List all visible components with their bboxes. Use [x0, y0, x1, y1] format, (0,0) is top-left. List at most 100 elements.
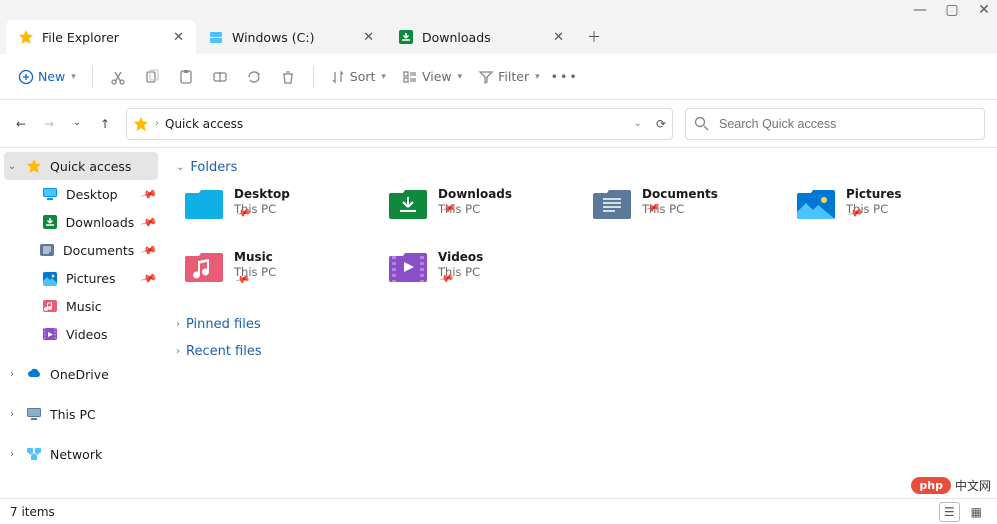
sidebar: ⌄ Quick access Desktop 📌 Downloads 📌 Doc… [0, 148, 162, 498]
pin-icon: 📌 [140, 269, 158, 287]
breadcrumb-location[interactable]: Quick access [165, 117, 243, 131]
network-icon [26, 446, 42, 462]
sidebar-item-onedrive[interactable]: › OneDrive [0, 360, 162, 388]
folder-desktop[interactable]: Desktop This PC 📌 [184, 187, 384, 230]
forward-button[interactable]: → [40, 117, 58, 131]
star-icon [133, 116, 149, 132]
breadcrumb[interactable]: › Quick access ⌄ ⟳ [126, 108, 673, 140]
folder-documents[interactable]: Documents This PC 📌 [592, 187, 792, 230]
download-icon [398, 29, 414, 45]
sidebar-item-label: Pictures [66, 271, 134, 286]
close-tab-button[interactable]: ✕ [553, 30, 564, 45]
sidebar-item-network[interactable]: › Network [0, 440, 162, 468]
sidebar-item-music[interactable]: Music [0, 292, 162, 320]
section-pinned[interactable]: › Pinned files [174, 311, 985, 338]
new-button[interactable]: New ▾ [12, 65, 82, 89]
minimize-button[interactable]: — [913, 2, 927, 18]
onedrive-icon [26, 366, 42, 382]
tab-file-explorer[interactable]: File Explorer ✕ [6, 20, 196, 54]
view-toggle: ☰ ▦ [939, 502, 987, 522]
share-button[interactable] [239, 65, 269, 89]
separator [92, 66, 93, 88]
thispc-icon [26, 406, 42, 422]
new-tab-button[interactable]: ＋ [576, 20, 612, 54]
folder-name: Pictures [846, 187, 902, 201]
copy-button[interactable] [137, 65, 167, 89]
status-item-count: 7 items [10, 505, 55, 519]
sidebar-item-quick-access[interactable]: ⌄ Quick access [4, 152, 158, 180]
sidebar-item-label: Documents [63, 243, 134, 258]
close-tab-button[interactable]: ✕ [173, 30, 184, 45]
chevron-right-icon[interactable]: › [6, 409, 18, 420]
folder-downloads[interactable]: Downloads This PC 📌 [388, 187, 588, 230]
sort-button[interactable]: Sort ▾ [324, 65, 392, 89]
sidebar-item-documents[interactable]: Documents 📌 [0, 236, 162, 264]
sidebar-item-downloads[interactable]: Downloads 📌 [0, 208, 162, 236]
chevron-down-icon: ⌄ [176, 162, 184, 173]
chevron-right-icon: › [176, 346, 180, 357]
close-tab-button[interactable]: ✕ [363, 30, 374, 45]
refresh-button[interactable]: ⟳ [656, 117, 666, 131]
tab-label: Windows (C:) [232, 30, 355, 45]
video-icon [42, 326, 58, 342]
maximize-button[interactable]: ▢ [945, 2, 959, 18]
view-button[interactable]: View ▾ [396, 65, 468, 89]
nav-buttons: ← → ⌄ ↑ [12, 117, 114, 131]
tab-downloads[interactable]: Downloads ✕ [386, 20, 576, 54]
titlebar: — ▢ ✕ [0, 0, 997, 20]
chevron-down-icon: ▾ [381, 72, 386, 82]
section-folders[interactable]: ⌄ Folders [174, 154, 985, 181]
window-controls: — ▢ ✕ [913, 2, 991, 18]
filter-button[interactable]: Filter ▾ [472, 65, 546, 89]
back-button[interactable]: ← [12, 117, 30, 131]
sidebar-item-this-pc[interactable]: › This PC [0, 400, 162, 428]
copy-icon [144, 69, 160, 85]
folder-music[interactable]: Music This PC 📌 [184, 250, 384, 293]
picture-folder-icon [796, 187, 836, 221]
chevron-right-icon[interactable]: › [6, 369, 18, 380]
section-recent-label: Recent files [186, 344, 262, 359]
music-icon [42, 298, 58, 314]
details-view-button[interactable]: ☰ [939, 502, 960, 522]
folder-pictures[interactable]: Pictures This PC 📌 [796, 187, 996, 230]
desktop-icon [42, 186, 58, 202]
chevron-down-icon[interactable]: ⌄ [6, 161, 18, 172]
chevron-down-icon: ▾ [458, 72, 463, 82]
tab-strip: File Explorer ✕ Windows (C:) ✕ Downloads… [0, 20, 997, 54]
chevron-right-icon[interactable]: › [6, 449, 18, 460]
up-button[interactable]: ↑ [96, 117, 114, 131]
plus-circle-icon [18, 69, 34, 85]
cut-button[interactable] [103, 65, 133, 89]
document-folder-icon [592, 187, 632, 221]
folder-videos[interactable]: Videos This PC 📌 [388, 250, 588, 293]
trash-icon [280, 69, 296, 85]
sidebar-item-label: Downloads [66, 215, 135, 230]
recent-locations-button[interactable]: ⌄ [68, 117, 86, 131]
delete-button[interactable] [273, 65, 303, 89]
rename-button[interactable] [205, 65, 235, 89]
sort-icon [330, 69, 346, 85]
filter-icon [478, 69, 494, 85]
sidebar-item-pictures[interactable]: Pictures 📌 [0, 264, 162, 292]
section-folders-label: Folders [190, 160, 237, 175]
folder-name: Music [234, 250, 276, 264]
sidebar-item-label: OneDrive [50, 367, 156, 382]
tab-windows-c-[interactable]: Windows (C:) ✕ [196, 20, 386, 54]
paste-button[interactable] [171, 65, 201, 89]
folders-grid: Desktop This PC 📌 Downloads This PC 📌 Do… [174, 181, 985, 311]
filter-label: Filter [498, 69, 529, 84]
sidebar-item-desktop[interactable]: Desktop 📌 [0, 180, 162, 208]
close-button[interactable]: ✕ [977, 2, 991, 18]
chevron-down-icon[interactable]: ⌄ [634, 118, 642, 129]
ellipsis-icon: ••• [551, 69, 579, 84]
thumbnails-view-button[interactable]: ▦ [966, 502, 987, 522]
folder-name: Desktop [234, 187, 290, 201]
search-input[interactable] [717, 116, 976, 132]
more-button[interactable]: ••• [550, 65, 580, 88]
search-box[interactable] [685, 108, 985, 140]
sidebar-item-videos[interactable]: Videos [0, 320, 162, 348]
folder-name: Videos [438, 250, 483, 264]
folder-name: Downloads [438, 187, 512, 201]
video-folder-icon [388, 250, 428, 284]
section-recent[interactable]: › Recent files [174, 338, 985, 365]
